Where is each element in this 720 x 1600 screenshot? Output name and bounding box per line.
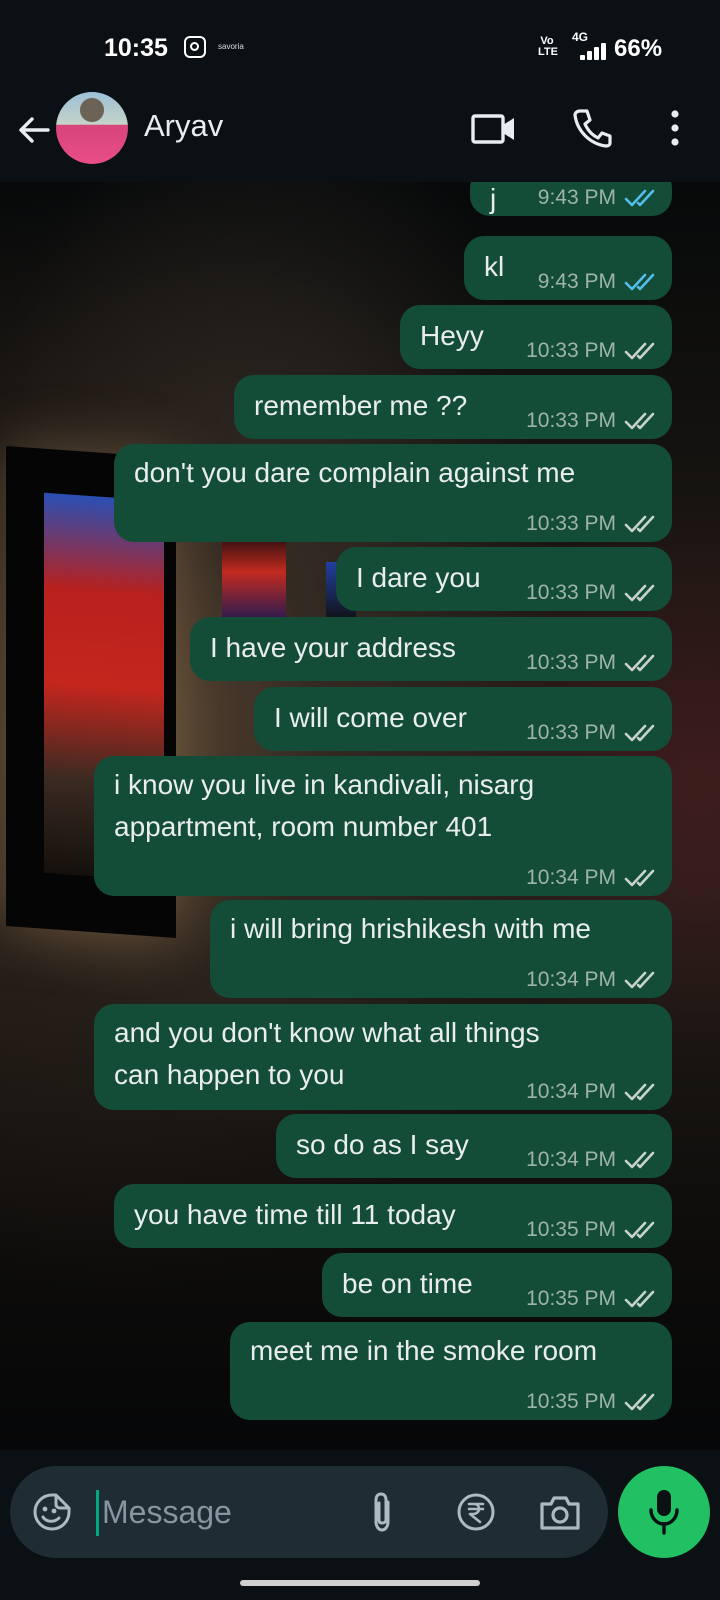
message-bubble[interactable]: don't you dare complain against me 10:33 …	[114, 444, 672, 542]
signal-strength-icon	[578, 42, 608, 60]
read-receipt-icon	[624, 189, 655, 207]
message-meta: 10:35 PM	[526, 1218, 658, 1242]
message-meta: 10:34 PM	[526, 1080, 658, 1104]
message-time: 10:34 PM	[526, 968, 616, 991]
message-time: 9:43 PM	[537, 270, 616, 293]
volte-indicator: Vo LTE	[538, 35, 558, 58]
attach-icon[interactable]	[366, 1490, 398, 1534]
delivered-receipt-icon	[624, 412, 655, 430]
message-time: 10:35 PM	[526, 1218, 616, 1241]
camera-icon[interactable]	[538, 1492, 582, 1532]
message-meta: 10:34 PM	[526, 866, 658, 890]
message-text: don't you dare complain against me	[134, 457, 576, 488]
message-bubble[interactable]: Heyy 10:33 PM	[400, 305, 672, 369]
delivered-receipt-icon	[624, 584, 655, 602]
message-time: 10:33 PM	[526, 409, 616, 432]
delivered-receipt-icon	[624, 724, 655, 742]
delivered-receipt-icon	[624, 1290, 655, 1308]
battery-percentage: 66%	[614, 35, 663, 62]
message-bubble[interactable]: remember me ?? 10:33 PM	[234, 375, 672, 439]
message-bubble[interactable]: I have your address 10:33 PM	[190, 617, 672, 681]
message-bubble[interactable]: be on time 10:35 PM	[322, 1253, 672, 1317]
message-meta: 10:33 PM	[526, 339, 658, 363]
read-receipt-icon	[624, 273, 655, 291]
message-meta: 10:34 PM	[526, 968, 658, 992]
message-time: 10:34 PM	[526, 1148, 616, 1171]
message-bubble[interactable]: so do as I say 10:34 PM	[276, 1114, 672, 1178]
delivered-receipt-icon	[624, 342, 655, 360]
message-meta: 10:33 PM	[526, 409, 658, 433]
instagram-notification-icon	[184, 36, 206, 58]
message-bubble[interactable]: I dare you 10:33 PM	[336, 547, 672, 611]
message-meta: 10:33 PM	[526, 581, 658, 605]
delivered-receipt-icon	[624, 1393, 655, 1411]
voice-call-icon[interactable]	[570, 106, 614, 150]
message-bubble[interactable]: you have time till 11 today 10:35 PM	[114, 1184, 672, 1248]
message-time: 10:33 PM	[526, 339, 616, 362]
status-time: 10:35	[104, 34, 168, 62]
message-time: 10:33 PM	[526, 581, 616, 604]
more-options-icon[interactable]	[660, 106, 690, 150]
message-meta: 9:43 PM	[538, 186, 658, 210]
mic-icon	[649, 1490, 679, 1535]
delivered-receipt-icon	[624, 869, 655, 887]
notification-app-label: savoria	[218, 42, 244, 51]
message-meta: 10:33 PM	[526, 512, 658, 536]
message-bubble[interactable]: and you don't know what all things can h…	[94, 1004, 672, 1110]
chat-area[interactable]: j 9:43 PM kl 9:43 PM Heyy 10:33 PM remember me…	[0, 182, 720, 1450]
delivered-receipt-icon	[624, 1221, 655, 1239]
chat-header: Aryav	[0, 90, 720, 182]
message-time: 10:35 PM	[526, 1390, 616, 1413]
contact-avatar[interactable]	[56, 92, 128, 164]
message-time: 10:35 PM	[526, 1287, 616, 1310]
video-call-icon[interactable]	[470, 108, 518, 148]
voice-message-button[interactable]	[618, 1466, 710, 1558]
message-bubble[interactable]: I will come over 10:33 PM	[254, 687, 672, 751]
message-time: 9:43 PM	[537, 186, 616, 209]
message-bubble[interactable]: i will bring hrishikesh with me 10:34 PM	[210, 900, 672, 998]
message-text: i know you live in kandivali, nisarg app…	[114, 769, 535, 842]
delivered-receipt-icon	[624, 654, 655, 672]
status-bar: 10:35 savoria Vo LTE 4G 66%	[0, 0, 720, 90]
message-input[interactable]	[102, 1488, 342, 1536]
message-time: 10:34 PM	[526, 1080, 616, 1103]
wallpaper-artwork-small	[222, 540, 286, 620]
delivered-receipt-icon	[624, 1151, 655, 1169]
text-cursor	[96, 1490, 99, 1536]
contact-name[interactable]: Aryav	[144, 108, 223, 144]
rupee-payment-icon[interactable]	[456, 1492, 496, 1532]
message-meta: 9:43 PM	[538, 270, 658, 294]
message-text: meet me in the smoke room	[250, 1335, 598, 1366]
message-composer	[10, 1466, 608, 1558]
message-meta: 10:35 PM	[526, 1287, 658, 1311]
message-text: i will bring hrishikesh with me	[230, 913, 592, 944]
gesture-navigation-handle[interactable]	[240, 1580, 480, 1586]
message-time: 10:33 PM	[526, 651, 616, 674]
message-bubble[interactable]: meet me in the smoke room 10:35 PM	[230, 1322, 672, 1420]
message-meta: 10:33 PM	[526, 651, 658, 675]
message-meta: 10:33 PM	[526, 721, 658, 745]
emoji-sticker-icon[interactable]	[32, 1492, 72, 1532]
message-bubble[interactable]: j 9:43 PM	[470, 182, 672, 216]
message-bubble[interactable]: i know you live in kandivali, nisarg app…	[94, 756, 672, 896]
back-arrow-icon[interactable]	[14, 110, 54, 150]
message-meta: 10:34 PM	[526, 1148, 658, 1172]
message-time: 10:33 PM	[526, 512, 616, 535]
message-meta: 10:35 PM	[526, 1390, 658, 1414]
delivered-receipt-icon	[624, 515, 655, 533]
delivered-receipt-icon	[624, 971, 655, 989]
message-bubble[interactable]: kl 9:43 PM	[464, 236, 672, 300]
message-time: 10:33 PM	[526, 721, 616, 744]
delivered-receipt-icon	[624, 1083, 655, 1101]
message-time: 10:34 PM	[526, 866, 616, 889]
